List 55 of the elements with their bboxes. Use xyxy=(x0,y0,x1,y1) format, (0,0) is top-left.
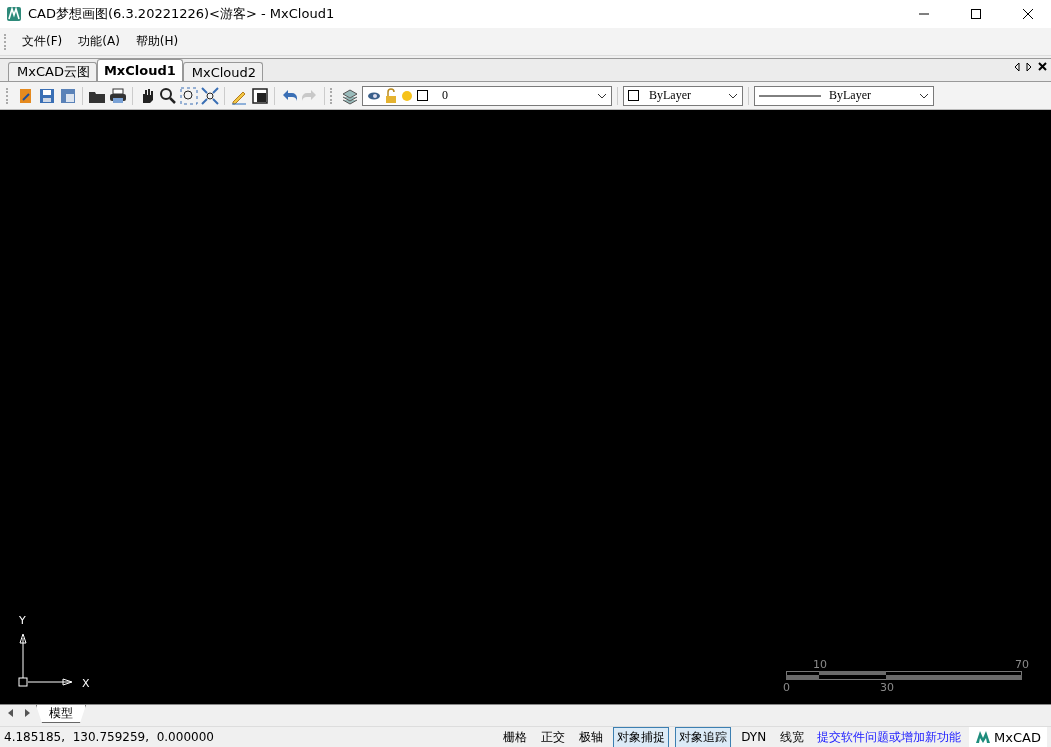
linetype-dropdown[interactable]: ByLayer xyxy=(754,85,934,106)
color-name: ByLayer xyxy=(649,88,692,103)
status-toggle[interactable]: 栅格 xyxy=(499,726,532,747)
line-sample-icon xyxy=(759,93,821,98)
scroll-right-icon[interactable] xyxy=(1026,62,1032,72)
window-title: CAD梦想画图(6.3.20221226)<游客> - MxCloud1 xyxy=(28,5,336,23)
app-logo-icon xyxy=(6,6,22,22)
scale-label: 0 xyxy=(783,681,790,694)
layout-tab[interactable]: 模型 xyxy=(36,705,86,723)
save-all-icon[interactable] xyxy=(59,86,77,105)
caret-icon xyxy=(919,92,929,99)
close-icon[interactable] xyxy=(1022,8,1034,20)
scale-label: 30 xyxy=(880,681,894,694)
menu-item[interactable]: 功能(A) xyxy=(72,31,126,52)
window-icon[interactable] xyxy=(251,86,269,105)
color-swatch-icon xyxy=(628,90,639,101)
logo-icon xyxy=(975,730,992,744)
menu-item[interactable]: 文件(F) xyxy=(16,31,69,52)
color-dropdown[interactable]: ByLayer xyxy=(623,85,743,106)
caret-icon xyxy=(597,92,607,99)
eye-icon xyxy=(367,90,381,101)
feedback-link[interactable]: 提交软件问题或增加新功能 xyxy=(817,728,962,746)
status-toggle[interactable]: 极轴 xyxy=(575,726,608,747)
layer-name: 0 xyxy=(442,88,449,103)
status-toggle[interactable]: 正交 xyxy=(537,726,570,747)
drawing-canvas[interactable]: Y X 10 70 0 30 xyxy=(0,110,1051,704)
save-icon[interactable] xyxy=(38,86,56,105)
x-axis-label: X xyxy=(82,677,90,690)
y-axis-label: Y xyxy=(19,614,26,627)
status-toggle[interactable]: 对象捕捉 xyxy=(613,726,670,747)
maximize-icon[interactable] xyxy=(970,8,982,20)
scale-label: 70 xyxy=(1015,658,1029,671)
close-icon[interactable] xyxy=(1038,62,1047,71)
coordinates-readout: 4.185185, 130.759259, 0.000000 xyxy=(4,730,215,744)
zoom-icon[interactable] xyxy=(159,86,177,105)
linetype-name: ByLayer xyxy=(829,88,872,103)
layer-dropdown[interactable]: 0 xyxy=(362,85,612,106)
document-tab[interactable]: MxCAD云图 xyxy=(8,62,97,81)
menu-item[interactable]: 帮助(H) xyxy=(129,31,185,52)
brand-name: MxCAD xyxy=(994,729,1041,745)
color-swatch-icon xyxy=(417,90,428,101)
scroll-left-icon[interactable] xyxy=(1014,62,1020,72)
status-toggle[interactable]: 对象追踪 xyxy=(675,726,732,747)
scale-label: 10 xyxy=(813,658,827,671)
status-toggle[interactable]: 线宽 xyxy=(776,726,809,747)
sun-icon xyxy=(401,89,413,102)
ucs-axes-drawing xyxy=(18,632,72,688)
print-icon[interactable] xyxy=(109,86,127,105)
zoom-extents-icon[interactable] xyxy=(201,86,219,105)
caret-icon xyxy=(728,92,738,99)
document-tab[interactable]: MxCloud1 xyxy=(96,59,183,81)
padlock-icon xyxy=(385,87,397,104)
document-tab[interactable]: MxCloud2 xyxy=(182,62,264,81)
status-toggle[interactable]: DYN xyxy=(737,728,771,746)
zoom-window-icon[interactable] xyxy=(180,86,198,105)
